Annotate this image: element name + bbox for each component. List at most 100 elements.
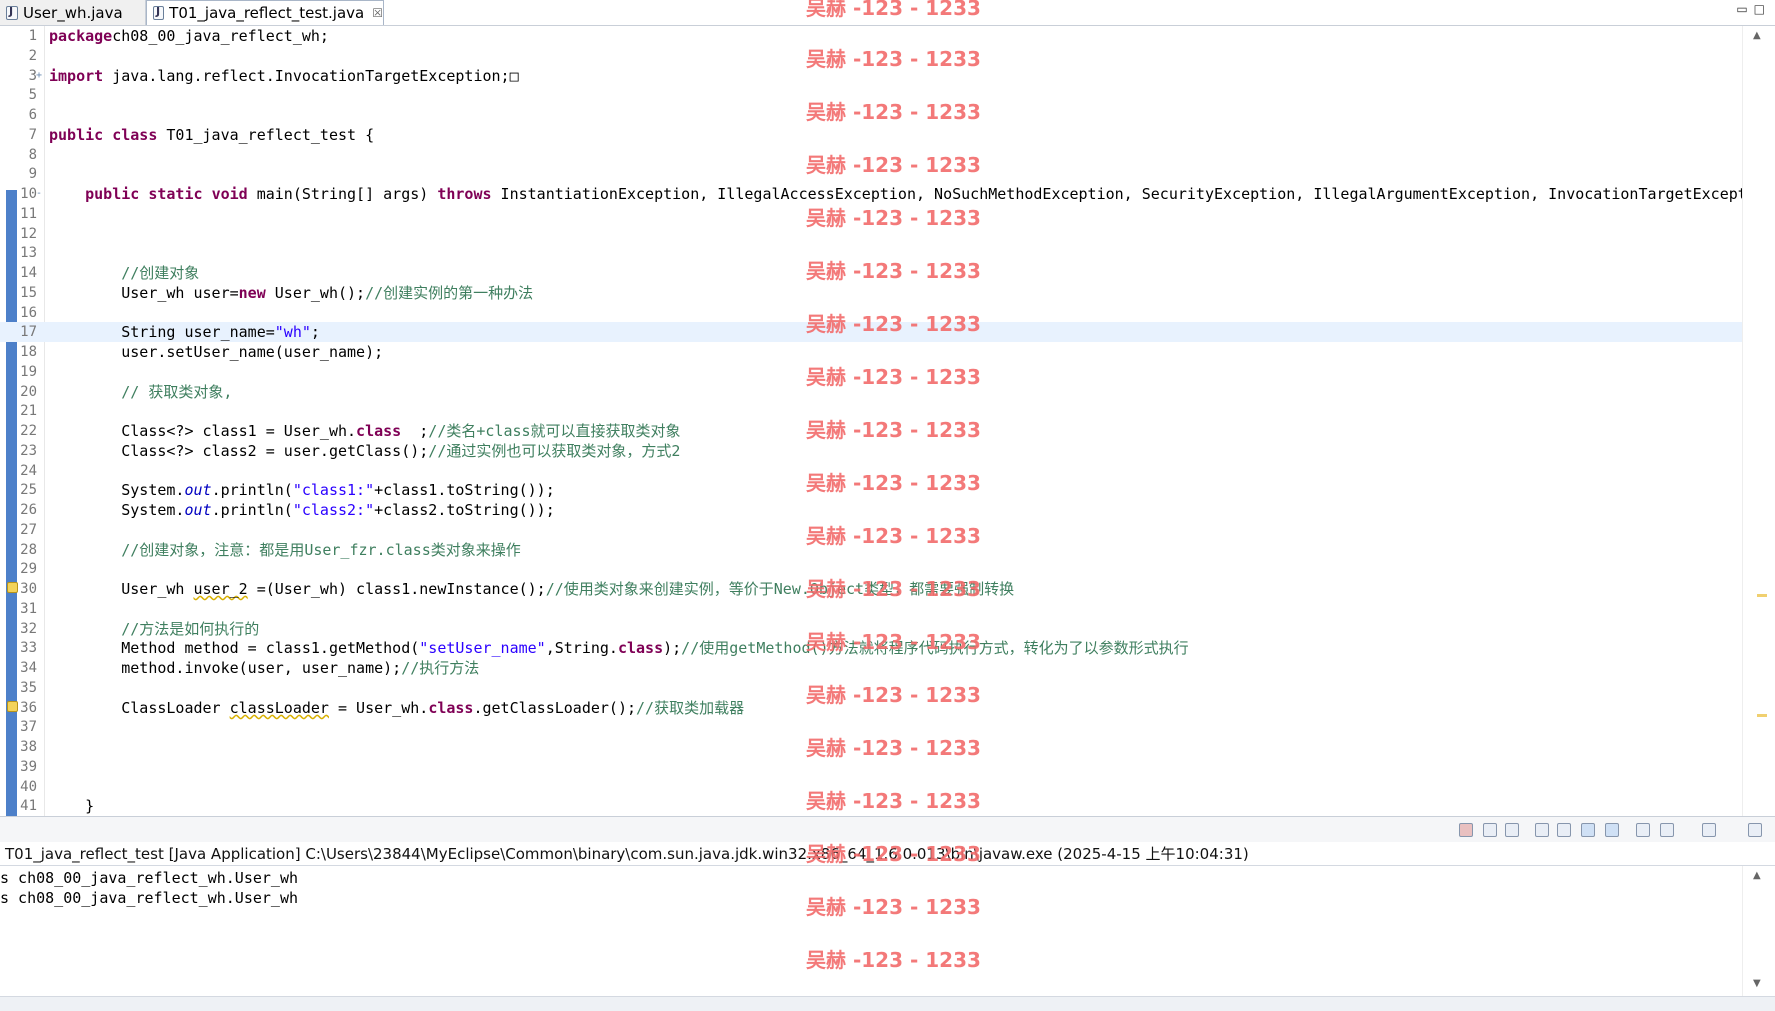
display-console-icon[interactable] <box>1660 823 1674 837</box>
code-token: User_wh user= <box>49 284 239 302</box>
comment-token: //使用getMethod()方法就将程序代码执行方式，转化为了以参数形式执行 <box>681 639 1189 657</box>
warning-token: user_2 <box>193 580 248 598</box>
code-line[interactable]: 3 + import java.lang.reflect.InvocationTar… <box>0 66 1742 86</box>
java-file-icon <box>6 5 18 20</box>
code-token: System. <box>49 481 185 499</box>
code-text: // 获取类对象, <box>49 382 232 402</box>
code-token: +class1.toString()); <box>374 481 555 499</box>
code-line[interactable]: 14 //创建对象 <box>0 263 1742 283</box>
code-line[interactable]: 23 Class<?> class2 = user.getClass();//通… <box>0 441 1742 461</box>
remove-launch-icon[interactable] <box>1483 823 1497 837</box>
code-line[interactable]: 28 //创建对象，注意：都是用User_fzr.class类对象来操作 <box>0 540 1742 560</box>
java-file-icon <box>153 5 165 20</box>
code-line[interactable]: 20 // 获取类对象, <box>0 382 1742 402</box>
show-stdout-icon[interactable] <box>1581 823 1595 837</box>
scroll-lock-icon[interactable] <box>1557 823 1571 837</box>
warning-marker[interactable] <box>1757 714 1767 717</box>
code-token: ,String. <box>545 639 618 657</box>
code-line[interactable]: 35 <box>0 678 1742 698</box>
code-line[interactable]: 31 <box>0 599 1742 619</box>
line-number: 27 <box>20 522 37 538</box>
scroll-down-icon[interactable]: ▼ <box>1753 978 1761 989</box>
code-line[interactable]: 1 packagech08_00_java_reflect_wh; <box>0 26 1742 46</box>
code-line[interactable]: 24 <box>0 461 1742 481</box>
code-line[interactable]: 13 <box>0 243 1742 263</box>
code-line[interactable]: 40 <box>0 777 1742 797</box>
code-line[interactable]: 10- public static void main(String[] arg… <box>0 184 1747 204</box>
line-number: 15 <box>20 285 37 301</box>
code-line[interactable]: 38 <box>0 737 1742 757</box>
editor-vertical-scrollbar[interactable]: ▲ <box>1742 26 1775 816</box>
code-text: User_wh user_2 =(User_wh) class1.newInst… <box>49 579 1014 599</box>
pin-console-icon[interactable] <box>1636 823 1650 837</box>
field-token: out <box>184 481 212 499</box>
code-line[interactable]: 41 } <box>0 796 1742 816</box>
code-token: =(User_wh) class1.newInstance(); <box>247 580 546 598</box>
code-line[interactable]: 11 <box>0 204 1742 224</box>
code-line[interactable]: 16 <box>0 303 1742 323</box>
code-line[interactable]: 34 method.invoke(user, user_name);//执行方法 <box>0 658 1742 678</box>
keyword-token: package <box>49 27 113 45</box>
code-line[interactable]: 6 <box>0 105 1742 125</box>
code-line[interactable]: 18 user.setUser_name(user_name); <box>0 342 1742 362</box>
console-output[interactable]: s ch08_00_java_reflect_wh.User_wh s ch08… <box>0 866 1740 996</box>
code-line[interactable]: 37 <box>0 717 1742 737</box>
maximize-icon[interactable]: □ <box>1754 2 1771 16</box>
code-line[interactable]: 17 String user_name="wh"; <box>0 322 1742 342</box>
terminate-icon[interactable] <box>1459 823 1473 837</box>
open-console-icon[interactable] <box>1702 823 1716 837</box>
code-line[interactable]: 25 System.out.println("class1:"+class1.t… <box>0 480 1742 500</box>
code-line[interactable]: 29 <box>0 559 1742 579</box>
code-line[interactable]: 22 Class<?> class1 = User_wh.class ;//类名… <box>0 421 1742 441</box>
status-strip <box>0 996 1775 1011</box>
code-editor[interactable]: 1 packagech08_00_java_reflect_wh; 2 3 + impor… <box>0 26 1775 816</box>
code-line[interactable]: 30 User_wh user_2 =(User_wh) class1.newI… <box>0 579 1742 599</box>
console-vertical-scrollbar[interactable]: ▲ ▼ <box>1742 866 1775 996</box>
code-line[interactable]: 36 ClassLoader classLoader = User_wh.cla… <box>0 698 1742 718</box>
line-number: 20 <box>20 384 37 400</box>
scroll-up-icon[interactable]: ▲ <box>1753 30 1761 41</box>
code-line[interactable]: 8 <box>0 145 1742 165</box>
keyword-token: class <box>617 639 664 657</box>
string-token: "class1:" <box>292 481 375 499</box>
line-number: 6 <box>28 107 37 123</box>
minimize-icon[interactable]: ▭ <box>1736 2 1753 16</box>
scroll-up-icon[interactable]: ▲ <box>1753 870 1761 881</box>
code-line[interactable]: 21 <box>0 401 1742 421</box>
expand-fold-icon[interactable]: + <box>36 66 42 86</box>
code-line[interactable]: 15 User_wh user=new User_wh();//创建实例的第一种… <box>0 283 1742 303</box>
comment-token: //通过实例也可以获取类对象，方式2 <box>428 442 681 460</box>
collapse-fold-icon[interactable]: - <box>36 184 42 204</box>
minimize-console-icon[interactable] <box>1748 823 1762 837</box>
line-number: 39 <box>20 759 37 775</box>
clear-console-icon[interactable] <box>1535 823 1549 837</box>
code-line[interactable]: 2 <box>0 46 1742 66</box>
console-line: s ch08_00_java_reflect_wh.User_wh <box>0 889 299 907</box>
code-token: InstantiationException, IllegalAccessExc… <box>491 185 1747 203</box>
code-text: String user_name="wh"; <box>49 322 320 342</box>
code-line[interactable]: 39 <box>0 757 1742 777</box>
code-line[interactable]: 5 <box>0 85 1742 105</box>
code-line[interactable]: 9 <box>0 164 1742 184</box>
line-number: 1 <box>28 28 37 44</box>
warning-marker[interactable] <box>1757 594 1767 597</box>
code-line[interactable]: 19 <box>0 362 1742 382</box>
keyword-token: class <box>112 126 158 144</box>
show-stderr-icon[interactable] <box>1605 823 1619 837</box>
line-number: 9 <box>28 166 37 182</box>
line-number: 18 <box>20 344 37 360</box>
code-line[interactable]: 27 <box>0 520 1742 540</box>
line-number: 16 <box>20 305 37 321</box>
tab-user-wh-java[interactable]: User_wh.java <box>0 0 146 25</box>
tab-t01-java-reflect-test[interactable]: T01_java_reflect_test.java ☒ <box>146 0 384 25</box>
line-number: 38 <box>20 739 37 755</box>
code-line[interactable]: 12 <box>0 224 1742 244</box>
code-line[interactable]: 33 Method method = class1.getMethod("set… <box>0 638 1742 658</box>
remove-all-icon[interactable] <box>1505 823 1519 837</box>
code-line[interactable]: 7 public class T01_java_reflect_test { <box>0 125 1742 145</box>
code-line[interactable]: 26 System.out.println("class2:"+class2.t… <box>0 500 1742 520</box>
close-tab-icon[interactable]: ☒ <box>372 6 383 20</box>
code-line[interactable]: 32 //方法是如何执行的 <box>0 619 1742 639</box>
